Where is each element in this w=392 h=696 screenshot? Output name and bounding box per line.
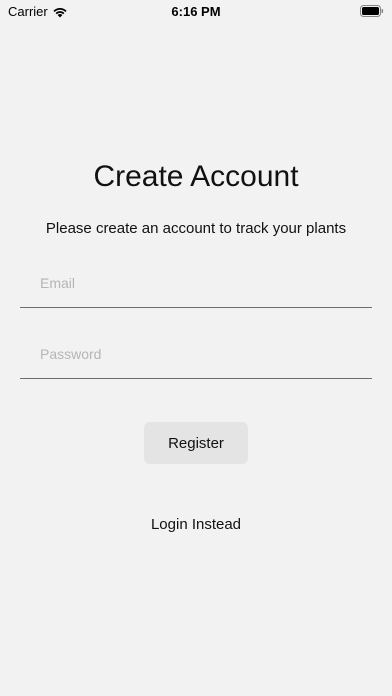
page-subtitle: Please create an account to track your p… — [45, 220, 347, 237]
register-button[interactable]: Register — [144, 422, 248, 464]
email-field-container — [20, 268, 372, 308]
email-field[interactable] — [20, 268, 372, 307]
password-field[interactable] — [20, 339, 372, 378]
create-account-screen: Carrier 6:16 PM Create Account Please cr… — [0, 0, 392, 696]
battery-icon — [360, 5, 384, 17]
password-field-container — [20, 339, 372, 379]
login-instead-link[interactable]: Login Instead — [0, 516, 392, 533]
page-title: Create Account — [93, 160, 299, 193]
status-time: 6:16 PM — [171, 4, 221, 19]
status-bar: Carrier 6:16 PM — [0, 0, 392, 24]
